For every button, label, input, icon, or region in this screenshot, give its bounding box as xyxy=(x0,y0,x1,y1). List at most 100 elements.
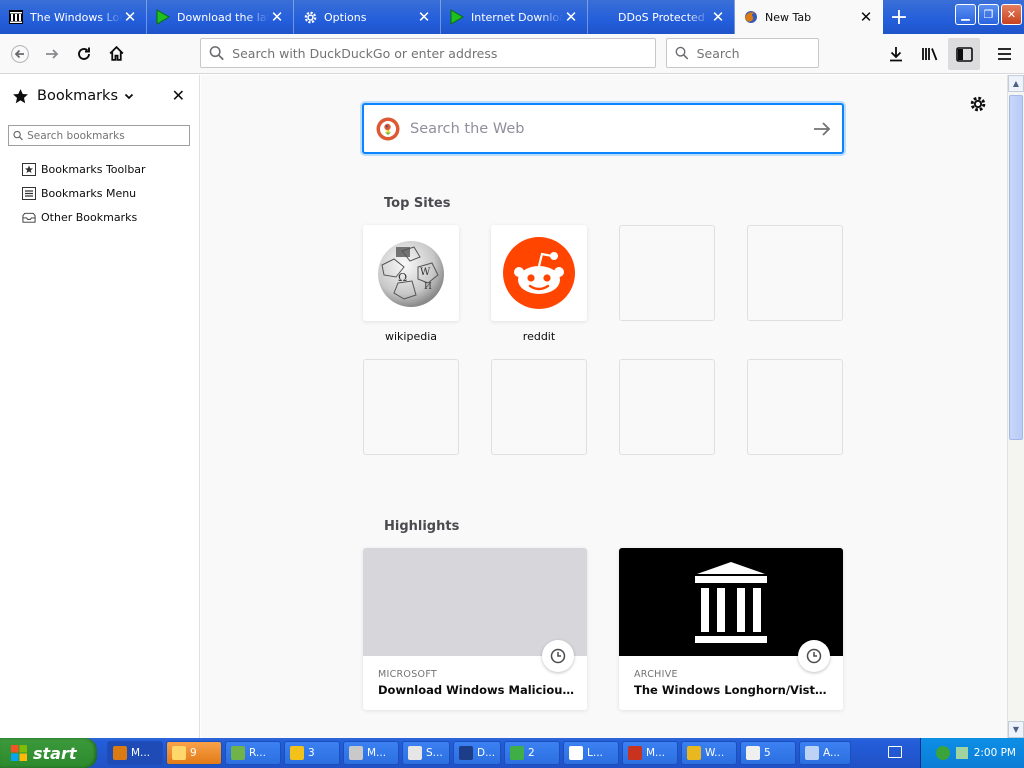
search-go-button[interactable] xyxy=(802,121,842,137)
taskbar-item[interactable]: R... xyxy=(225,741,281,765)
volume-icon[interactable] xyxy=(955,747,968,759)
library-button[interactable] xyxy=(914,38,946,70)
tab-internet-download-manager[interactable]: Internet Download Manager ✕ xyxy=(441,0,588,34)
taskbar-item[interactable]: L... xyxy=(563,741,619,765)
taskbar-item[interactable]: M... xyxy=(343,741,399,765)
tab-close-icon[interactable]: ✕ xyxy=(269,8,285,26)
gear-icon xyxy=(970,96,986,112)
vertical-scrollbar[interactable]: ▲ ▼ xyxy=(1007,75,1024,738)
top-site-empty[interactable] xyxy=(619,359,715,455)
clock[interactable]: 2:00 PM xyxy=(974,747,1016,759)
site-tile-placeholder[interactable] xyxy=(491,359,587,455)
svg-text:Ω: Ω xyxy=(398,271,407,284)
top-site-empty[interactable] xyxy=(747,225,843,321)
top-site-wikipedia[interactable]: Ω W И wikipedia xyxy=(363,225,459,343)
network-icon[interactable] xyxy=(935,746,950,760)
tab-options[interactable]: Options ✕ xyxy=(294,0,441,34)
taskbar-item[interactable]: M... xyxy=(107,741,163,765)
tab-close-icon[interactable]: ✕ xyxy=(710,8,726,26)
screen: The Windows Longhorn/Vista Archive ✕ Dow… xyxy=(0,0,1024,768)
highlight-card-archive[interactable]: ARCHIVE The Windows Longhorn/Vista Ar... xyxy=(619,548,843,710)
forward-button[interactable] xyxy=(36,38,68,70)
customize-button[interactable] xyxy=(969,95,987,116)
reload-button[interactable] xyxy=(68,38,100,70)
tab-new-tab[interactable]: New Tab ✕ xyxy=(735,0,883,34)
top-site-empty[interactable] xyxy=(747,359,843,455)
taskbar-item[interactable]: 3 xyxy=(284,741,340,765)
minimize-button[interactable]: ▁ xyxy=(955,4,976,25)
highlight-card-microsoft[interactable]: MICROSOFT Download Windows Malicious So.… xyxy=(363,548,587,710)
taskbar-item[interactable]: D... xyxy=(453,741,501,765)
top-sites-grid: Ω W И wikipedia reddit xyxy=(363,225,843,455)
down-arrow-icon: ▼ xyxy=(1012,725,1020,734)
sidebar-header[interactable]: Bookmarks xyxy=(0,75,199,117)
top-site-empty[interactable] xyxy=(619,225,715,321)
site-tile-placeholder[interactable] xyxy=(363,359,459,455)
sidebar-toggle-button[interactable] xyxy=(948,38,980,70)
web-search-input[interactable] xyxy=(410,120,802,137)
scroll-up-button[interactable]: ▲ xyxy=(1008,75,1024,92)
duckduckgo-icon xyxy=(376,117,400,140)
site-tile-placeholder[interactable] xyxy=(747,225,843,321)
taskbar-item[interactable]: W... xyxy=(681,741,737,765)
close-icon: ✕ xyxy=(171,86,185,105)
taskbar-item[interactable]: 9 xyxy=(166,741,222,765)
taskbar-item-label: M... xyxy=(367,747,387,759)
top-site-reddit[interactable]: reddit xyxy=(491,225,587,343)
windows-taskbar: start M... 9 R... 3 M... S... D... 2 L..… xyxy=(0,738,1024,768)
keyboard-icon[interactable] xyxy=(888,746,902,758)
green-flag-icon xyxy=(155,9,171,25)
app-icon xyxy=(510,746,524,760)
top-site-empty[interactable] xyxy=(363,359,459,455)
tab-close-icon[interactable]: ✕ xyxy=(122,8,138,26)
minimize-icon: ▁ xyxy=(961,8,970,21)
new-tab-button[interactable]: + xyxy=(883,0,915,34)
sidebar-item-bookmarks-toolbar[interactable]: Bookmarks Toolbar xyxy=(22,157,146,181)
address-input[interactable] xyxy=(232,45,655,61)
sidebar-item-bookmarks-menu[interactable]: Bookmarks Menu xyxy=(22,181,146,205)
back-arrow-icon xyxy=(11,44,29,63)
home-button[interactable] xyxy=(100,38,132,70)
search-input[interactable] xyxy=(696,45,818,61)
sidebar-close-button[interactable]: ✕ xyxy=(172,86,185,105)
taskbar-item[interactable]: A... xyxy=(799,741,851,765)
web-search-box[interactable] xyxy=(362,103,844,154)
site-tile-placeholder[interactable] xyxy=(619,225,715,321)
tab-windows-longhorn-archive[interactable]: The Windows Longhorn/Vista Archive ✕ xyxy=(0,0,147,34)
menu-button[interactable] xyxy=(988,38,1020,70)
sidebar-item-other-bookmarks[interactable]: Other Bookmarks xyxy=(22,205,146,229)
site-tile[interactable] xyxy=(491,225,587,321)
up-arrow-icon: ▲ xyxy=(1012,79,1020,88)
scrollbar-thumb[interactable] xyxy=(1009,95,1023,440)
site-label: wikipedia xyxy=(384,330,437,343)
taskbar-item[interactable]: S... xyxy=(402,741,450,765)
top-site-empty[interactable] xyxy=(491,359,587,455)
start-button[interactable]: start xyxy=(0,738,97,768)
search-bar[interactable] xyxy=(666,38,819,68)
highlight-context: MICROSOFT xyxy=(378,669,438,680)
address-bar[interactable] xyxy=(200,38,656,68)
restore-button[interactable]: ❐ xyxy=(978,4,999,25)
scroll-down-button[interactable]: ▼ xyxy=(1008,721,1024,738)
window-controls: ▁ ❐ ✕ xyxy=(955,4,1022,25)
gear-icon xyxy=(302,9,318,25)
sidebar-item-label: Bookmarks Menu xyxy=(41,186,137,200)
taskbar-item[interactable]: 2 xyxy=(504,741,560,765)
site-tile-placeholder[interactable] xyxy=(747,359,843,455)
downloads-button[interactable] xyxy=(880,38,912,70)
sidebar-icon xyxy=(955,46,973,62)
bookmarks-search-box[interactable] xyxy=(8,125,190,146)
site-tile-placeholder[interactable] xyxy=(619,359,715,455)
tab-title: DDoS Protected Host xyxy=(618,10,710,24)
taskbar-item[interactable]: M... xyxy=(622,741,678,765)
bookmarks-search-input[interactable] xyxy=(27,129,189,142)
tab-download-latest[interactable]: Download the latest ✕ xyxy=(147,0,294,34)
tab-close-icon[interactable]: ✕ xyxy=(858,8,874,26)
tab-close-icon[interactable]: ✕ xyxy=(416,8,432,26)
close-window-button[interactable]: ✕ xyxy=(1001,4,1022,25)
tab-close-icon[interactable]: ✕ xyxy=(563,8,579,26)
tab-ddos-protected[interactable]: DDoS Protected Host ✕ xyxy=(588,0,735,34)
site-tile[interactable]: Ω W И xyxy=(363,225,459,321)
back-button[interactable] xyxy=(4,38,36,70)
taskbar-item[interactable]: 5 xyxy=(740,741,796,765)
